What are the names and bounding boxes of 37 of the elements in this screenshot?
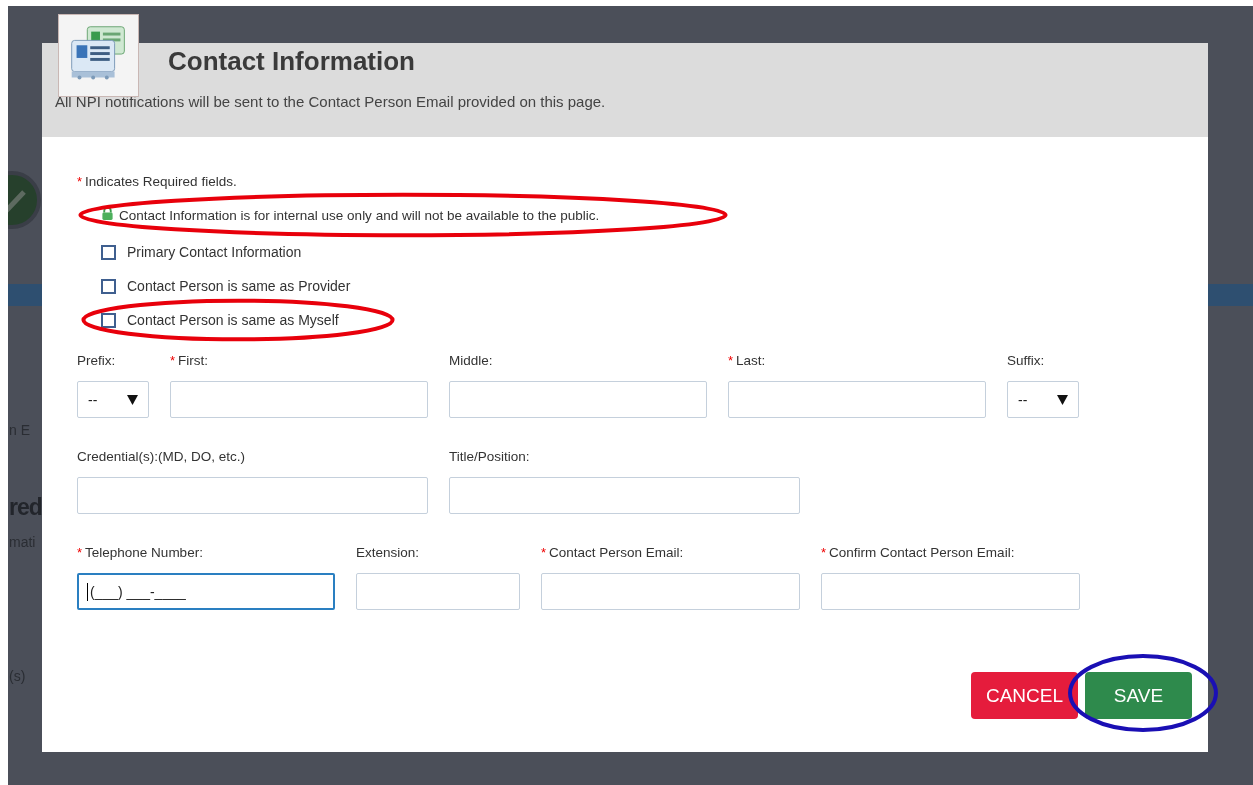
contact-cards-icon — [58, 14, 139, 97]
checkbox[interactable] — [101, 278, 116, 294]
required-note: Indicates Required fields. — [85, 174, 237, 189]
checkbox[interactable] — [101, 312, 116, 328]
field-label: * Last: — [728, 353, 766, 368]
input-field[interactable] — [77, 477, 428, 514]
caret-icon — [127, 394, 138, 405]
dialog-title: Contact Information — [168, 46, 415, 77]
input-field[interactable] — [541, 573, 800, 610]
field-label: Title/Position: — [449, 449, 530, 464]
input-field[interactable] — [449, 381, 707, 418]
required-mark: * — [77, 174, 83, 189]
input-field[interactable] — [728, 381, 986, 418]
field-label: Prefix: — [77, 353, 116, 368]
dialog-subtitle: All NPI notifications will be sent to the Contact Person Email provided on this page. — [55, 93, 606, 110]
field-label: * First: — [170, 353, 209, 368]
caret-icon — [1057, 394, 1068, 405]
input-field[interactable] — [170, 381, 428, 418]
dropdown[interactable]: -- — [77, 381, 149, 418]
input-field[interactable] — [821, 573, 1080, 610]
input-field[interactable] — [449, 477, 800, 514]
field-label: Credential(s):(MD, DO, etc.) — [77, 449, 246, 464]
save-button[interactable]: SAVE — [1085, 672, 1192, 719]
checkbox[interactable] — [101, 244, 116, 260]
privacy-note: Contact Information is for internal use only and will not be available to the public. — [119, 207, 600, 223]
field-label: Suffix: — [1007, 353, 1045, 368]
field-label: * Contact Person Email: — [541, 545, 684, 560]
input-field[interactable]: (___) ___-____ — [77, 573, 335, 610]
field-label: * Confirm Contact Person Email: — [821, 545, 1015, 560]
field-label: * Telephone Number: — [77, 545, 203, 560]
field-label: Middle: — [449, 353, 493, 368]
checkbox-label[interactable]: Primary Contact Information — [127, 244, 302, 260]
cancel-button[interactable]: CANCEL — [971, 672, 1078, 719]
dropdown[interactable]: -- — [1007, 381, 1079, 418]
input-field[interactable] — [356, 573, 520, 610]
checkbox-label[interactable]: Contact Person is same as Provider — [127, 278, 351, 294]
field-label: Extension: — [356, 545, 420, 560]
